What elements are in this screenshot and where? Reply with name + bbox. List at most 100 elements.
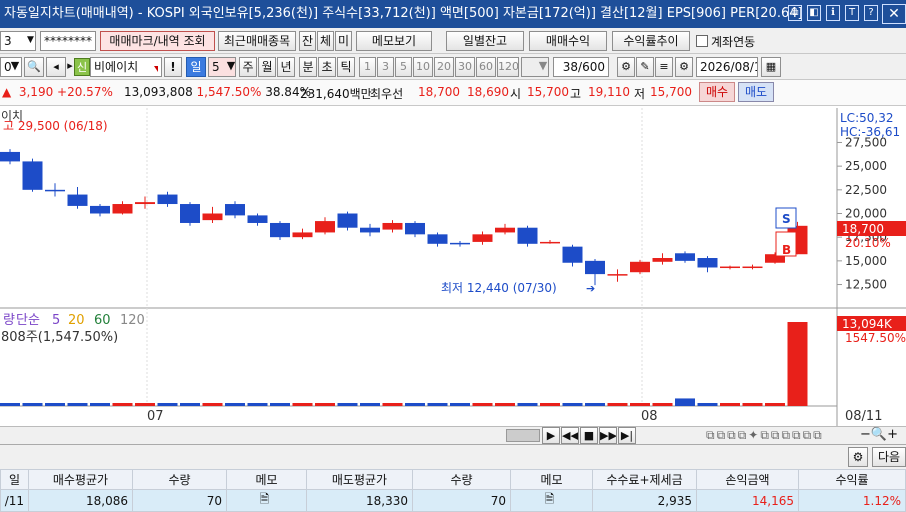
chart-area[interactable]: 27,500 25,000 22,500 20,000 17,500 15,000 12,5… <box>0 108 906 426</box>
candle-body[interactable] <box>157 194 178 205</box>
tick-custom-dropdown-icon[interactable]: ▼ <box>537 57 549 77</box>
candle-body[interactable] <box>247 215 268 223</box>
stock-dropdown-icon[interactable]: ▼ <box>8 57 22 77</box>
draw-tool-icon[interactable]: ✎ <box>636 57 654 77</box>
data-count-field[interactable]: 38/600 <box>553 57 609 77</box>
table-settings-icon[interactable]: ⚙ <box>848 447 868 467</box>
unfilled-button[interactable]: 미 <box>335 31 352 51</box>
tick-10-button[interactable]: 10 <box>413 57 433 77</box>
candle-body[interactable] <box>495 227 515 233</box>
fast-forward-icon[interactable]: ▶▶ <box>599 427 617 444</box>
candle-body[interactable] <box>382 222 403 230</box>
memo-view-button[interactable]: 메모보기 <box>356 31 432 51</box>
trade-mark-query-button[interactable]: 매매마크/내역 조회 <box>100 31 215 51</box>
next-button[interactable]: 다음 <box>872 447 906 467</box>
play-icon[interactable]: ▶ <box>542 427 560 444</box>
date-field[interactable]: 2026/08/11 <box>696 57 758 77</box>
candle-body[interactable] <box>720 266 740 269</box>
trade-profit-button[interactable]: 매매수익 <box>529 31 607 51</box>
text-icon[interactable]: T <box>845 5 859 21</box>
candle-body[interactable] <box>135 202 155 205</box>
candle-body[interactable] <box>652 258 673 262</box>
stock-search-icon[interactable]: 🔍 <box>24 57 44 77</box>
candle-body[interactable] <box>292 232 313 238</box>
candle-body[interactable] <box>697 258 718 268</box>
return-trend-button[interactable]: 수익률추이 <box>612 31 690 51</box>
period-minute-button[interactable]: 분 <box>299 57 317 77</box>
candle-body[interactable] <box>607 274 628 276</box>
tick-3-button[interactable]: 3 <box>377 57 394 77</box>
candle-body[interactable] <box>45 189 65 192</box>
indicator-icon[interactable]: ≡ <box>655 57 673 77</box>
candle-body[interactable] <box>22 161 43 190</box>
tick-60-button[interactable]: 60 <box>476 57 496 77</box>
daily-balance-button[interactable]: 일별잔고 <box>446 31 524 51</box>
restore-icon[interactable]: ⧉ <box>788 5 802 21</box>
candle-body[interactable] <box>0 151 20 162</box>
zoom-icons[interactable]: −🔍+ <box>860 427 898 442</box>
chart-settings-icon[interactable]: ⚙ <box>617 57 635 77</box>
candle-body[interactable] <box>562 246 583 263</box>
buy-memo-icon[interactable]: 🗎 <box>226 489 307 512</box>
account-link-checkbox[interactable] <box>696 35 708 47</box>
tick-120-button[interactable]: 120 <box>497 57 519 77</box>
help-icon[interactable]: ? <box>864 5 878 21</box>
filled-button[interactable]: 체 <box>317 31 334 51</box>
candlestick-chart[interactable]: 27,50025,00022,50020,00017,50015,00012,5… <box>0 108 906 426</box>
candle-body[interactable] <box>337 213 358 228</box>
tick-30-button[interactable]: 30 <box>455 57 475 77</box>
candle-body[interactable] <box>630 261 650 273</box>
candle-body[interactable] <box>270 222 290 238</box>
period-second-button[interactable]: 초 <box>318 57 336 77</box>
sell-button[interactable]: 매도 <box>738 82 774 102</box>
stock-prev-icon[interactable]: ◂ <box>46 57 66 77</box>
period-week-button[interactable]: 주 <box>239 57 257 77</box>
candle-body[interactable] <box>427 234 448 244</box>
candle-body[interactable] <box>360 227 380 233</box>
candle-body[interactable] <box>585 260 605 275</box>
password-field[interactable]: ******** <box>40 31 96 51</box>
period-month-button[interactable]: 월 <box>258 57 276 77</box>
buy-button[interactable]: 매수 <box>699 82 735 102</box>
layout-icon[interactable]: ◧ <box>807 5 821 21</box>
candle-body[interactable] <box>202 213 223 221</box>
stock-name-field[interactable]: 비에이치 <box>90 57 162 77</box>
account-dropdown-icon[interactable]: ▼ <box>24 31 36 51</box>
period-year-button[interactable]: 년 <box>277 57 295 77</box>
close-icon[interactable]: ✕ <box>882 4 906 24</box>
price-axis-labels: 27,50025,00022,50020,00017,50015,00012,5… <box>837 135 887 292</box>
tick-20-button[interactable]: 20 <box>434 57 454 77</box>
view-tool-icons[interactable]: ⧉⧉⧉⧉✦⧉⧉⧉⧉⧉⧉ <box>706 428 824 443</box>
period-number-dropdown-icon[interactable]: ▼ <box>226 57 236 77</box>
candle-body[interactable] <box>112 204 133 214</box>
candle-body[interactable] <box>472 234 493 242</box>
tick-5-button[interactable]: 5 <box>395 57 412 77</box>
balance-button[interactable]: 잔 <box>299 31 316 51</box>
stock-next-icon[interactable]: ▸ <box>66 57 74 77</box>
info-icon[interactable]: ℹ <box>826 5 840 21</box>
candle-body[interactable] <box>405 222 425 235</box>
calendar-icon[interactable]: ▦ <box>761 57 781 77</box>
candle-body[interactable] <box>540 241 560 244</box>
candle-body[interactable] <box>675 253 695 261</box>
tick-1-button[interactable]: 1 <box>359 57 376 77</box>
candle-body[interactable] <box>90 205 110 214</box>
candle-body[interactable] <box>742 266 763 269</box>
table-row[interactable]: /11 18,086 70 🗎 18,330 70 🗎 2,935 14,165… <box>0 489 906 512</box>
candle-body[interactable] <box>67 194 88 206</box>
rewind-icon[interactable]: ◀◀ <box>561 427 579 444</box>
candle-body[interactable] <box>315 221 335 233</box>
gear-icon[interactable]: ⚙ <box>675 57 693 77</box>
recent-stocks-button[interactable]: 최근매매종목 <box>218 31 296 51</box>
candle-body[interactable] <box>517 227 538 244</box>
period-tick-button[interactable]: 틱 <box>337 57 355 77</box>
candle-body[interactable] <box>225 204 245 216</box>
stop-icon[interactable]: ■ <box>580 427 598 444</box>
alert-button[interactable]: ! <box>164 57 182 77</box>
sell-memo-icon[interactable]: 🗎 <box>510 489 593 512</box>
candle-body[interactable] <box>450 242 470 245</box>
candle-body[interactable] <box>180 204 200 223</box>
end-icon[interactable]: ▶| <box>618 427 636 444</box>
scroll-thumb[interactable] <box>506 429 540 442</box>
period-day-button[interactable]: 일 <box>186 57 206 77</box>
